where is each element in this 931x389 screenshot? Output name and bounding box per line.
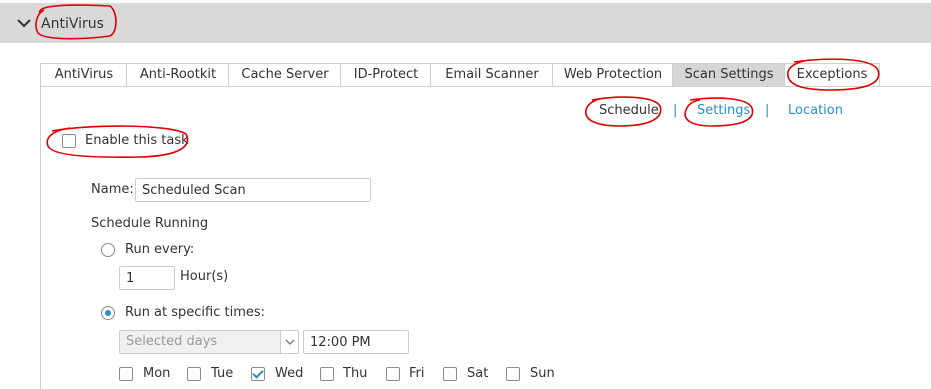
days-select-value: Selected days: [126, 334, 218, 349]
day-mon-checkbox[interactable]: [119, 367, 133, 381]
interval-input[interactable]: [119, 266, 175, 290]
subnav-location[interactable]: Location: [788, 103, 843, 118]
subnav-separator: |: [765, 103, 770, 118]
day-sat-label: Sat: [467, 366, 489, 381]
day-mon-label: Mon: [143, 366, 171, 381]
tab-id-protect[interactable]: ID-Protect: [340, 63, 432, 87]
day-sun-label: Sun: [530, 366, 555, 381]
day-fri-label: Fri: [409, 366, 425, 381]
run-specific-label: Run at specific times:: [125, 305, 266, 320]
name-input[interactable]: [135, 178, 371, 202]
run-every-radio[interactable]: [101, 243, 115, 257]
day-sun-checkbox[interactable]: [506, 367, 520, 381]
day-tue-checkbox[interactable]: [187, 367, 201, 381]
day-wed-checkbox[interactable]: [251, 367, 265, 381]
day-thu-label: Thu: [343, 366, 368, 381]
name-label: Name:: [91, 182, 134, 197]
day-wed-label: Wed: [275, 366, 304, 381]
day-tue-label: Tue: [211, 366, 234, 381]
time-input[interactable]: [303, 330, 409, 354]
subnav-schedule[interactable]: Schedule: [599, 103, 659, 118]
subnav-separator: |: [673, 103, 678, 118]
interval-unit-label: Hour(s): [180, 269, 229, 284]
tab-antivirus[interactable]: AntiVirus: [40, 63, 128, 87]
tab-web-protection[interactable]: Web Protection: [552, 63, 674, 87]
tab-exceptions[interactable]: Exceptions: [784, 63, 880, 87]
days-select[interactable]: Selected days: [119, 330, 299, 354]
schedule-running-heading: Schedule Running: [91, 216, 209, 231]
chevron-down-icon[interactable]: [280, 331, 298, 353]
tab-email-scanner[interactable]: Email Scanner: [430, 63, 554, 87]
day-sat-checkbox[interactable]: [443, 367, 457, 381]
subnav-settings[interactable]: Settings: [697, 103, 750, 118]
section-header[interactable]: AntiVirus: [0, 3, 931, 43]
run-specific-radio[interactable]: [101, 306, 115, 320]
enable-task-checkbox[interactable]: [62, 134, 76, 148]
section-title: AntiVirus: [41, 16, 104, 32]
day-fri-checkbox[interactable]: [386, 367, 400, 381]
tab-cache-server[interactable]: Cache Server: [228, 63, 342, 87]
enable-task-label: Enable this task: [85, 133, 189, 148]
chevron-down-icon[interactable]: [16, 17, 32, 29]
tab-scan-settings[interactable]: Scan Settings: [672, 63, 786, 87]
run-every-label: Run every:: [125, 242, 195, 257]
day-thu-checkbox[interactable]: [320, 367, 334, 381]
tab-anti-rootkit[interactable]: Anti-Rootkit: [126, 63, 230, 87]
